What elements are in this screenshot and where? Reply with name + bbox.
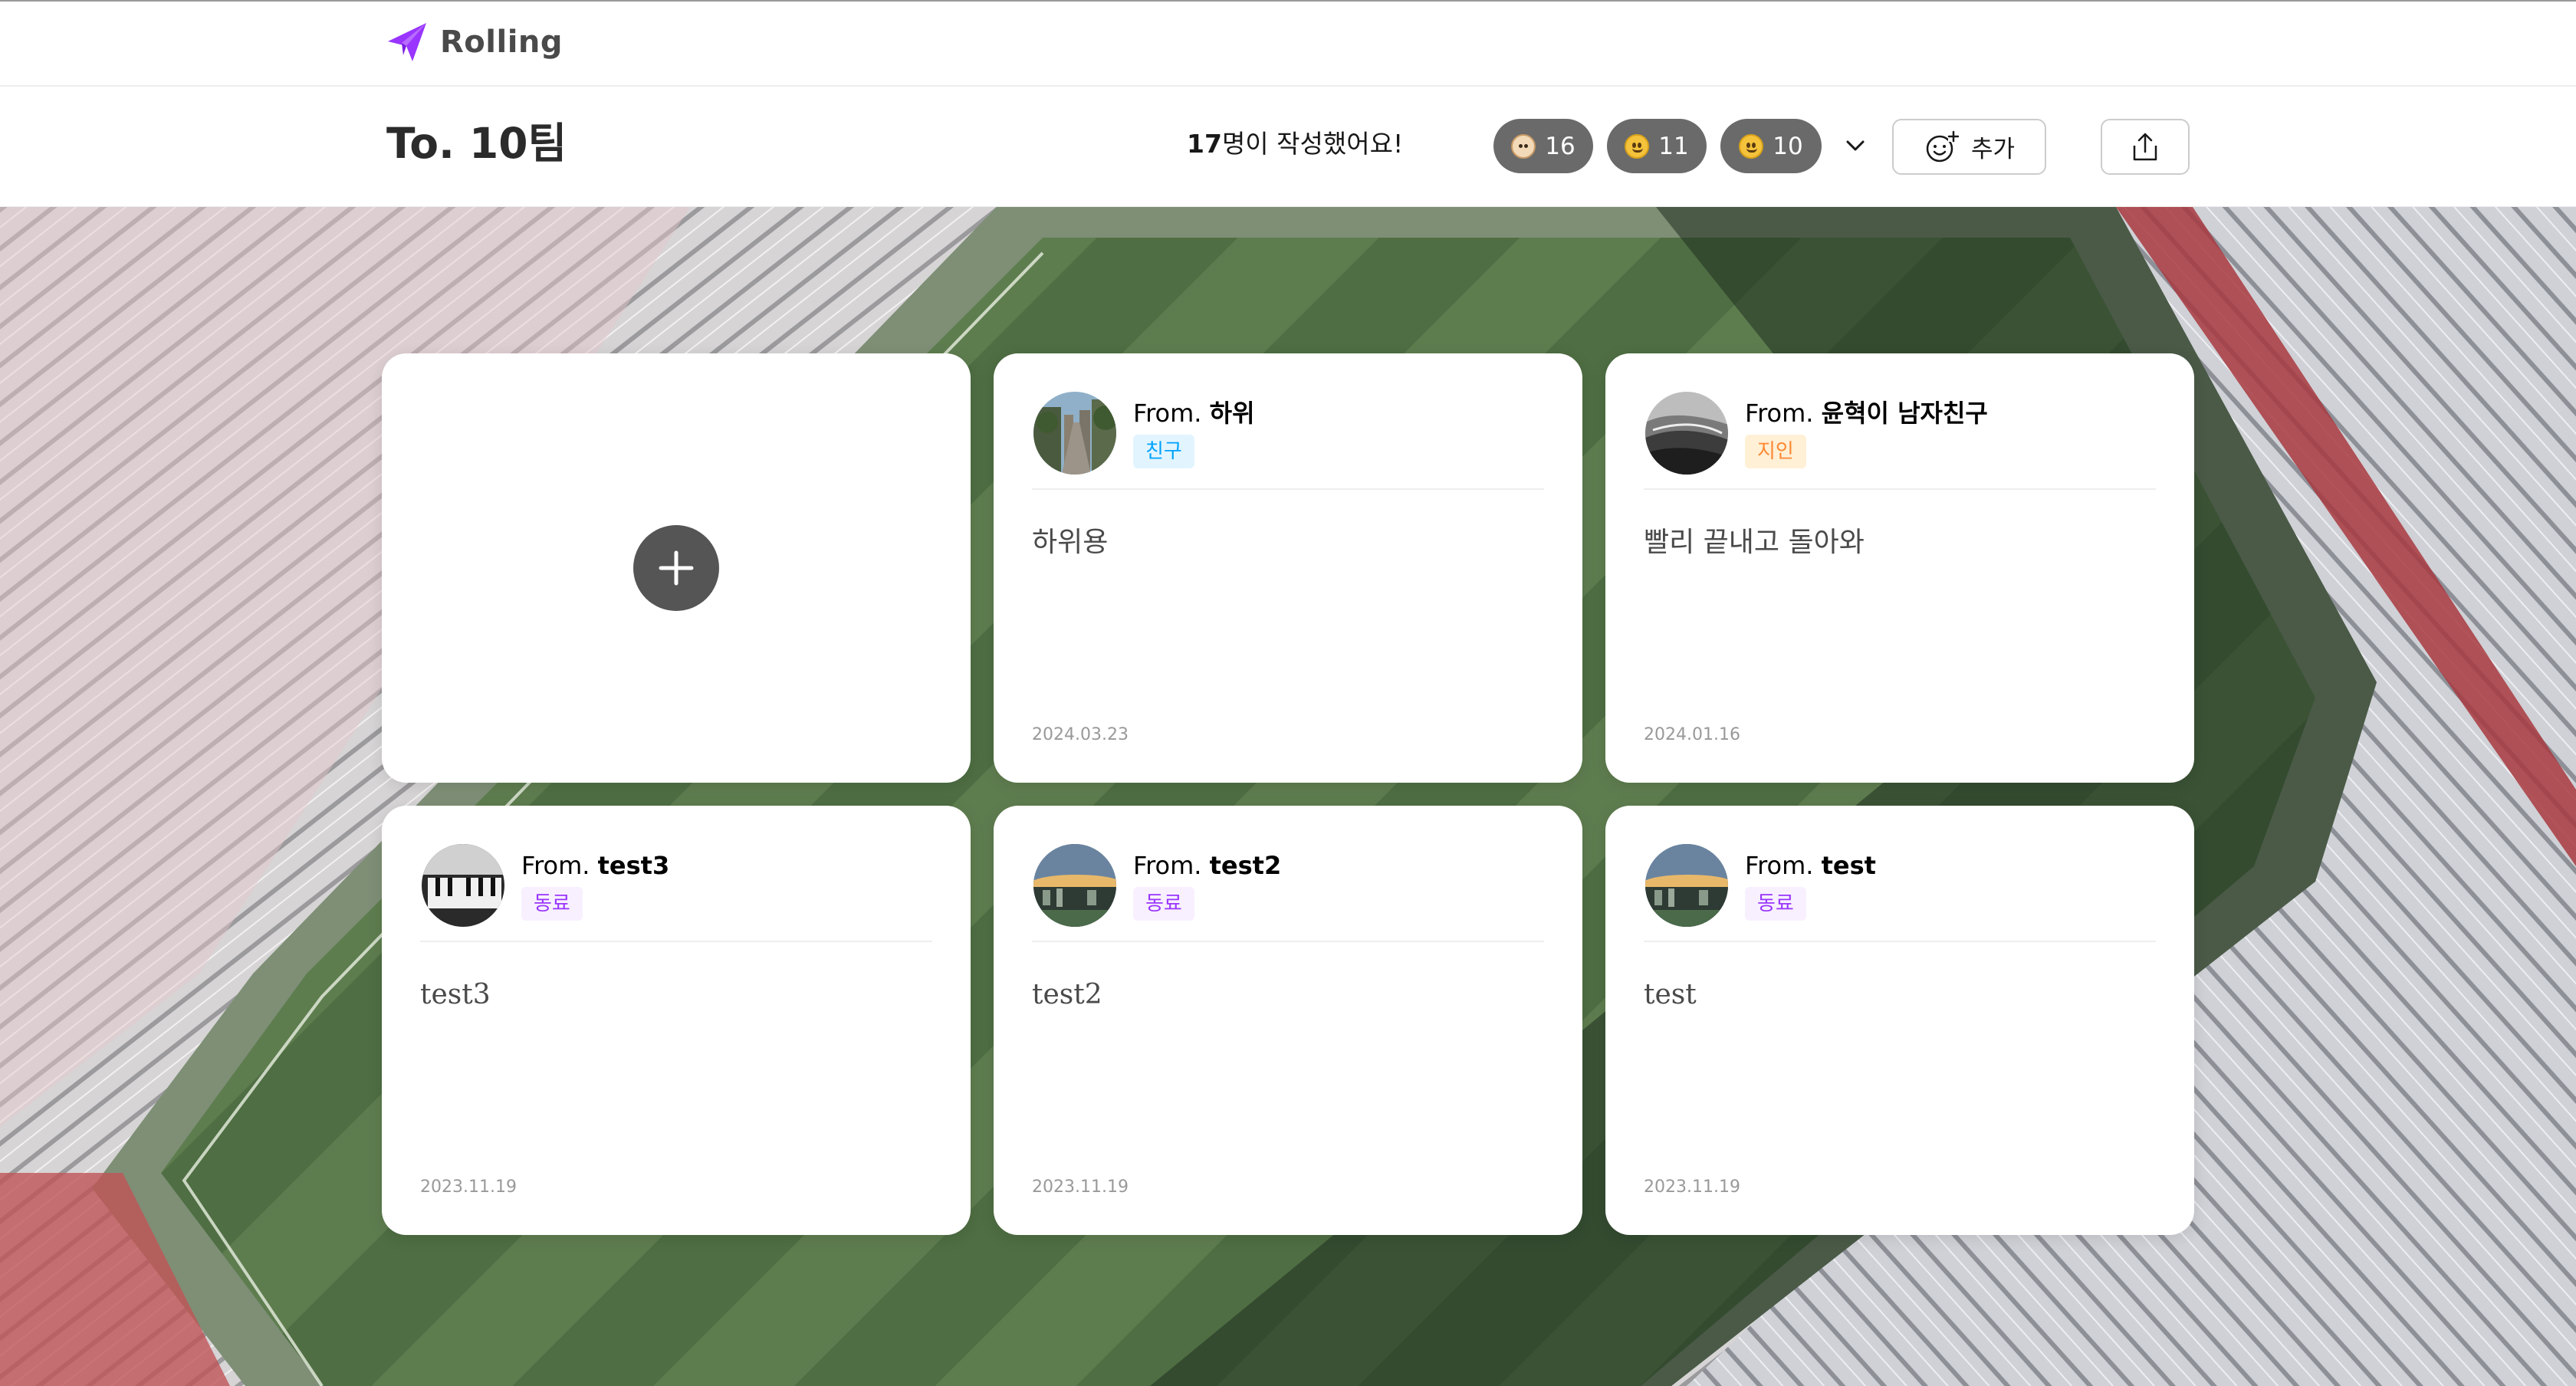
reaction-badge[interactable]: 11 (1607, 119, 1707, 173)
card-header: From. test3 동료 (420, 842, 932, 942)
card-header: From. 윤혁이 남자친구 지인 (1644, 390, 2156, 490)
from-prefix: From. (1745, 851, 1814, 880)
reaction-count: 11 (1658, 132, 1689, 160)
add-reaction-button[interactable]: 추가 (1892, 119, 2046, 175)
dog-face-icon (1511, 133, 1536, 159)
avatar (420, 842, 506, 928)
message-card[interactable]: From. 윤혁이 남자친구 지인 빨리 끝내고 돌아와 2024.01.16 (1605, 353, 2194, 783)
avatar (1032, 842, 1118, 928)
message-content: test (1644, 979, 1697, 1010)
writers-count: 17 (1187, 129, 1222, 159)
rolling-paper-page: Rolling To. 10팀 17명이 작성했어요! 16 11 10 추가 … (0, 0, 2576, 1386)
share-button[interactable] (2101, 119, 2190, 175)
sender-name: 하위 (1209, 399, 1255, 428)
relationship-badge: 동료 (521, 887, 583, 921)
message-card[interactable]: From. test2 동료 test2 2023.11.19 (994, 806, 1582, 1235)
from-prefix: From. (1133, 399, 1202, 428)
relationship-badge: 동료 (1133, 887, 1194, 921)
message-content: 빨리 끝내고 돌아와 (1644, 527, 1865, 558)
sender-line: From. 윤혁이 남자친구 (1745, 398, 1988, 430)
avatar (1644, 842, 1730, 928)
sender-line: From. 하위 (1133, 398, 1255, 430)
sender-name: test (1821, 851, 1876, 880)
message-card[interactable]: From. test3 동료 test3 2023.11.19 (382, 806, 971, 1235)
recipient-header: To. 10팀 17명이 작성했어요! 16 11 10 추가 (0, 87, 2576, 207)
reaction-count: 10 (1773, 132, 1803, 160)
message-date: 2023.11.19 (1644, 1177, 1740, 1197)
logo-text: Rolling (440, 25, 564, 60)
message-date: 2024.01.16 (1644, 725, 1740, 744)
sender-name: 윤혁이 남자친구 (1821, 399, 1988, 428)
from-prefix: From. (1133, 851, 1202, 880)
message-date: 2024.03.23 (1032, 725, 1129, 744)
relationship-badge: 친구 (1133, 435, 1194, 468)
relationship-badge: 동료 (1745, 887, 1806, 921)
paper-plane-icon (388, 23, 426, 61)
add-message-button[interactable] (633, 525, 719, 611)
avatar (1644, 390, 1730, 476)
message-content: test3 (420, 979, 491, 1010)
reaction-badge[interactable]: 16 (1493, 119, 1593, 173)
card-header: From. test2 동료 (1032, 842, 1544, 942)
relationship-badge: 지인 (1745, 435, 1806, 468)
reaction-badge[interactable]: 10 (1720, 119, 1822, 173)
share-icon (2133, 133, 2157, 160)
reactions-dropdown-button[interactable] (1838, 129, 1872, 163)
grinning-face-icon (1625, 133, 1650, 159)
sender-line: From. test (1745, 850, 1876, 882)
city-sunset-avatar-image (1645, 844, 1728, 927)
plus-icon (659, 550, 694, 586)
message-content: 하위용 (1032, 527, 1109, 558)
sender-name: test2 (1209, 851, 1282, 880)
sender-line: From. test3 (521, 850, 669, 882)
card-header: From. test 동료 (1644, 842, 2156, 942)
message-card[interactable]: From. 하위 친구 하위용 2024.03.23 (994, 353, 1582, 783)
top-nav: Rolling (0, 0, 2576, 87)
chevron-down-icon (1846, 140, 1865, 151)
card-header: From. 하위 친구 (1032, 390, 1544, 490)
recipient-title: To. 10팀 (386, 119, 567, 168)
bw-piano-avatar-image (422, 844, 504, 927)
sender-line: From. test2 (1133, 850, 1281, 882)
message-card[interactable]: From. test 동료 test 2023.11.19 (1605, 806, 2194, 1235)
message-date: 2023.11.19 (420, 1177, 517, 1197)
city-street-avatar-image (1033, 392, 1116, 475)
message-content: test2 (1032, 979, 1102, 1010)
writers-suffix: 명이 작성했어요! (1221, 129, 1404, 159)
bw-wave-avatar-image (1645, 392, 1728, 475)
grinning-face-icon (1739, 133, 1764, 159)
from-prefix: From. (521, 851, 590, 880)
sender-name: test3 (597, 851, 670, 880)
add-reaction-label: 추가 (1970, 136, 2016, 163)
avatar (1032, 390, 1118, 476)
logo[interactable]: Rolling (383, 18, 563, 66)
from-prefix: From. (1745, 399, 1814, 428)
city-sunset-avatar-image (1033, 844, 1116, 927)
add-emoji-icon (1926, 130, 1959, 162)
add-message-card[interactable] (382, 353, 971, 783)
writers-count-text: 17명이 작성했어요! (1187, 126, 1403, 162)
reaction-count: 16 (1545, 132, 1576, 160)
message-date: 2023.11.19 (1032, 1177, 1129, 1197)
